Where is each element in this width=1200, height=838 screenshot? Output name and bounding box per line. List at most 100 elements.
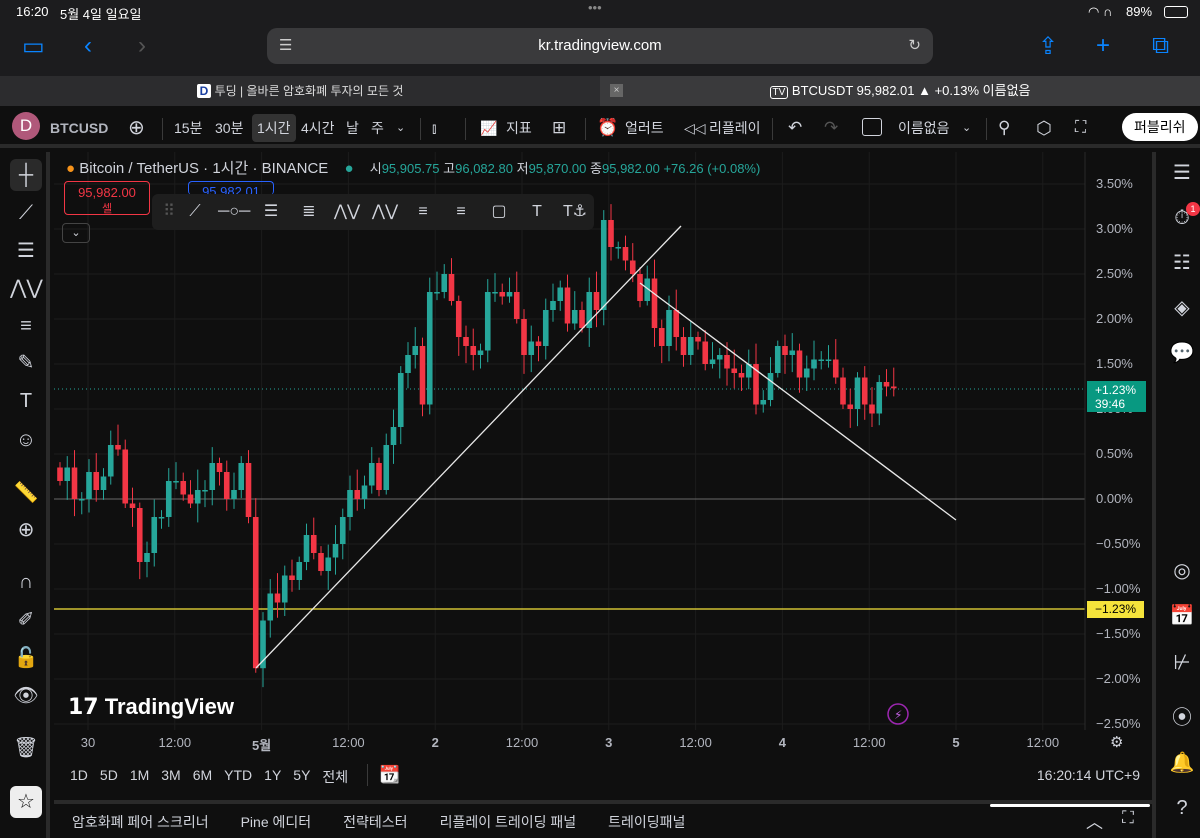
help-icon[interactable]: ? xyxy=(1166,792,1198,824)
trend-line-tool-icon[interactable]: ⟋ xyxy=(180,198,210,226)
share-icon[interactable]: ⇪ xyxy=(1038,32,1058,61)
symbol-title[interactable]: Bitcoin / TetherUS · 1시간 · BINANCE xyxy=(79,160,328,177)
eye-icon[interactable]: 👁 xyxy=(10,680,42,712)
bottom-tab[interactable]: 트레이딩패널 xyxy=(608,812,685,832)
lock-drawings-icon[interactable]: ✐ xyxy=(10,604,42,636)
rectangle-tool-icon[interactable]: ▢ xyxy=(484,198,514,226)
new-tab-icon[interactable]: + xyxy=(1096,32,1110,60)
trash-icon[interactable]: 🗑 xyxy=(10,732,42,764)
compare-symbol-icon[interactable]: ⊕ xyxy=(128,114,145,142)
quick-search-icon[interactable]: ⚲ xyxy=(998,114,1010,142)
range-button-1d[interactable]: 1D xyxy=(70,767,88,787)
symbol-search[interactable]: BTCUSD xyxy=(50,114,108,142)
fib-extension-tool-icon[interactable]: ≡ xyxy=(446,198,476,226)
bottom-tab[interactable]: Pine 에디터 xyxy=(241,812,312,832)
range-button-5d[interactable]: 5D xyxy=(100,767,118,787)
abcd-pattern-tool-icon[interactable]: ⋀⋁ xyxy=(370,198,400,226)
range-button-6m[interactable]: 6M xyxy=(193,767,212,787)
fib-retracement-tool-icon[interactable]: ≡ xyxy=(408,198,438,226)
range-button-ytd[interactable]: YTD xyxy=(224,767,252,787)
replay-button[interactable]: 리플레이 xyxy=(709,114,761,142)
text-tool-icon[interactable]: T xyxy=(522,198,552,226)
layout-name[interactable]: 이름없음 xyxy=(898,114,950,142)
sell-button[interactable]: 95,982.00 셀 xyxy=(64,181,150,215)
more-dots-icon[interactable]: ••• xyxy=(588,0,602,15)
close-tab-icon[interactable]: × xyxy=(610,84,623,97)
collapse-panel-icon[interactable]: ︿ xyxy=(1086,808,1103,833)
range-button-1y[interactable]: 1Y xyxy=(264,767,281,787)
range-button-1m[interactable]: 1M xyxy=(130,767,149,787)
interval-day[interactable]: 날 xyxy=(346,114,359,142)
layout-icon[interactable] xyxy=(862,118,882,136)
indicators-icon[interactable]: 📈 xyxy=(480,114,497,142)
clock-timezone[interactable]: 16:20:14 UTC+9 xyxy=(1037,767,1140,783)
forecast-icon[interactable]: ≡ xyxy=(10,310,42,342)
patterns-icon[interactable]: ⋀⋁ xyxy=(10,272,43,304)
ruler-icon[interactable]: 📏 xyxy=(10,477,42,509)
zoom-in-icon[interactable]: ⊕ xyxy=(10,514,42,546)
magnet-icon[interactable]: ∩ xyxy=(10,566,42,598)
reload-icon[interactable]: ↻ xyxy=(908,28,921,64)
interval-dropdown-icon[interactable]: ⌄ xyxy=(396,114,405,142)
range-button-5y[interactable]: 5Y xyxy=(293,767,310,787)
layout-dropdown-icon[interactable]: ⌄ xyxy=(962,114,971,142)
browser-tab-active[interactable]: × TV BTCUSDT 95,982.01 ▲ +0.13% 이름없음 xyxy=(600,76,1200,106)
bottom-tab[interactable]: 암호화폐 페어 스크리너 xyxy=(72,812,209,832)
data-window-icon[interactable]: ☷ xyxy=(1166,247,1198,279)
url-bar[interactable]: ☰ kr.tradingview.com ↻ xyxy=(267,28,933,64)
interval-1h[interactable]: 1시간 xyxy=(252,114,296,142)
emoji-icon[interactable]: ☺ xyxy=(10,424,42,456)
publish-button[interactable]: 퍼블리쉬 xyxy=(1122,113,1198,141)
crosshair-icon[interactable]: ┼ xyxy=(10,159,42,191)
horizontal-ray-tool-icon[interactable]: ─○─ xyxy=(218,198,250,226)
reader-icon[interactable]: ☰ xyxy=(279,28,292,64)
parallel-channel-tool-icon[interactable]: ☰ xyxy=(256,198,286,226)
maximize-panel-icon[interactable]: ⛶ xyxy=(1122,808,1134,828)
forward-icon[interactable]: › xyxy=(138,32,146,60)
hotlists-icon[interactable]: ◎ xyxy=(1166,555,1198,587)
interval-4h[interactable]: 4시간 xyxy=(301,114,335,142)
calendar-icon[interactable]: 📅 xyxy=(1166,600,1198,632)
back-icon[interactable]: ‹ xyxy=(84,32,92,60)
brush-icon[interactable]: ✎ xyxy=(10,347,42,379)
range-button-3m[interactable]: 3M xyxy=(161,767,180,787)
go-to-date-icon[interactable]: 📆 xyxy=(379,765,400,785)
indicators-button[interactable]: 지표 xyxy=(506,114,532,142)
alert-icon[interactable]: ⏰ xyxy=(597,114,618,142)
range-button-전체[interactable]: 전체 xyxy=(322,767,348,787)
pitchfork-icon[interactable]: ☰ xyxy=(10,235,42,267)
axis-settings-icon[interactable]: ⚙ xyxy=(1110,733,1123,751)
chart-tools-icon[interactable]: ⊬ xyxy=(1166,647,1198,679)
elliott-wave-tool-icon[interactable]: ⋀⋁ xyxy=(332,198,362,226)
regression-tool-icon[interactable]: ≣ xyxy=(294,198,324,226)
anchored-text-tool-icon[interactable]: T⚓ xyxy=(560,198,590,226)
tabs-icon[interactable]: ⧉ xyxy=(1152,32,1169,60)
browser-tab[interactable]: D 투딩 | 올바른 암호화폐 투자의 모든 것 xyxy=(0,76,600,106)
templates-icon[interactable]: ⊞ xyxy=(552,114,566,142)
redo-icon[interactable]: ↷ xyxy=(824,114,838,142)
replay-icon[interactable]: ◁◁ xyxy=(684,114,706,142)
favorites-star-icon[interactable]: ☆ xyxy=(10,786,42,818)
interval-30m[interactable]: 30분 xyxy=(215,114,243,142)
trend-line-icon[interactable]: ⟋ xyxy=(10,197,42,229)
text-icon[interactable]: T xyxy=(10,385,42,417)
fullscreen-icon[interactable]: ⛶ xyxy=(1075,114,1086,142)
notifications-icon[interactable]: 🔔 xyxy=(1166,747,1198,779)
settings-icon[interactable]: ⬡ xyxy=(1036,114,1052,142)
watchlist-icon[interactable]: ☰ xyxy=(1166,157,1198,189)
avatar[interactable]: D xyxy=(12,112,40,140)
lock-icon[interactable]: 🔓 xyxy=(10,642,42,674)
broadcast-icon[interactable]: ⦿ xyxy=(1166,702,1198,734)
bottom-tab[interactable]: 리플레이 트레이딩 패널 xyxy=(440,812,577,832)
bottom-tab[interactable]: 전략테스터 xyxy=(343,812,407,832)
interval-week[interactable]: 주 xyxy=(371,114,384,142)
collapse-legend-icon[interactable]: ⌄ xyxy=(62,223,90,243)
sidebar-icon[interactable]: ▭ xyxy=(22,32,45,61)
buy-button[interactable]: 95,982.01 xyxy=(188,181,274,195)
alert-button[interactable]: 얼러트 xyxy=(625,114,664,142)
chat-icon[interactable]: 💬 xyxy=(1166,337,1198,369)
undo-icon[interactable]: ↶ xyxy=(788,114,802,142)
candle-type-icon[interactable]: ⫾ xyxy=(432,114,436,142)
interval-15m[interactable]: 15분 xyxy=(174,114,202,142)
layers-icon[interactable]: ◈ xyxy=(1166,292,1198,324)
